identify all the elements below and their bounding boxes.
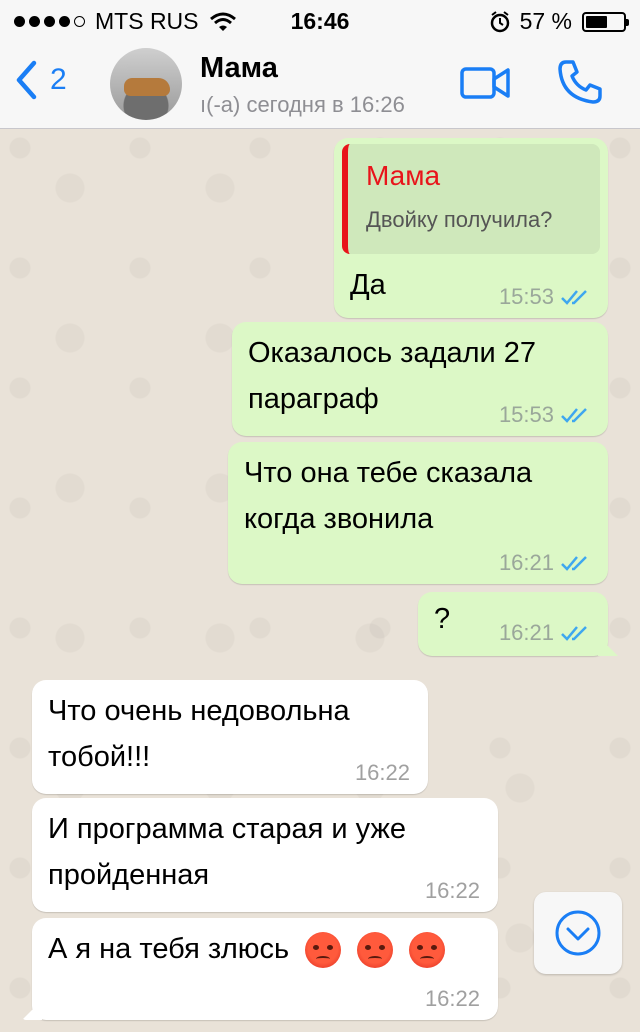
message-line: тобой!!! bbox=[48, 741, 151, 773]
message-line: ? bbox=[434, 603, 451, 635]
chevron-left-icon bbox=[16, 60, 37, 100]
message-time: 16:22 bbox=[424, 986, 480, 1011]
last-seen-status: ı(-а) сегодня в 16:26 bbox=[200, 92, 405, 117]
message-text: Что очень недовольна тобой!!! bbox=[48, 688, 350, 780]
chevron-down-circle-icon bbox=[555, 910, 601, 956]
message-bubble-outgoing[interactable]: Мама Двойку получила? Да 15:53 bbox=[334, 138, 608, 318]
message-line: А я на тебя злюсь bbox=[48, 933, 290, 965]
message-time: 16:21 bbox=[498, 550, 554, 575]
contact-name[interactable]: Мама bbox=[200, 52, 278, 85]
message-time: 16:22 bbox=[354, 760, 410, 785]
message-text: И программа старая и уже пройденная bbox=[48, 806, 406, 898]
message-time: 16:22 bbox=[424, 878, 480, 903]
avatar[interactable] bbox=[110, 48, 182, 120]
message-meta: 16:21 bbox=[499, 550, 590, 576]
message-bubble-outgoing[interactable]: Что она тебе сказала когда звонила 16:21 bbox=[228, 442, 608, 584]
message-text: Что она тебе сказала когда звонила bbox=[244, 450, 532, 542]
quoted-message[interactable]: Мама Двойку получила? bbox=[342, 144, 600, 254]
message-meta: 16:22 bbox=[425, 878, 480, 904]
angry-face-icon bbox=[305, 932, 342, 969]
double-check-read-icon bbox=[561, 556, 587, 571]
message-time: 15:53 bbox=[498, 284, 554, 309]
angry-face-icon bbox=[357, 932, 394, 969]
quote-author: Мама bbox=[366, 160, 441, 191]
message-text: ? bbox=[434, 596, 450, 642]
double-check-read-icon bbox=[561, 408, 587, 423]
scroll-to-bottom-button[interactable] bbox=[534, 892, 622, 974]
message-line: пройденная bbox=[48, 859, 210, 891]
message-bubble-incoming[interactable]: И программа старая и уже пройденная 16:2… bbox=[32, 798, 498, 912]
video-call-button[interactable] bbox=[460, 66, 512, 105]
message-line: когда звонила bbox=[244, 503, 434, 535]
message-text: Да bbox=[350, 262, 386, 308]
phone-icon bbox=[558, 60, 602, 104]
message-line: Что она тебе сказала bbox=[244, 457, 533, 489]
message-text: А я на тебя злюсь bbox=[48, 926, 446, 972]
message-line: Да bbox=[350, 269, 386, 301]
message-meta: 15:53 bbox=[499, 284, 590, 310]
battery-icon bbox=[582, 11, 629, 32]
chat-header: 2 Мама ı(-а) сегодня в 16:26 bbox=[0, 40, 640, 129]
message-line: Что очень недовольна bbox=[48, 695, 350, 727]
message-bubble-outgoing[interactable]: Оказалось задали 27 параграф 15:53 bbox=[232, 322, 608, 436]
message-bubble-outgoing[interactable]: ? 16:21 bbox=[418, 592, 618, 656]
message-meta: 16:21 bbox=[499, 620, 590, 646]
message-time: 15:53 bbox=[498, 402, 554, 427]
quote-text: Двойку получила? bbox=[366, 207, 553, 232]
message-meta: 16:22 bbox=[355, 760, 410, 786]
back-button[interactable]: 2 bbox=[14, 60, 67, 100]
message-text: Оказалось задали 27 параграф bbox=[248, 330, 536, 422]
message-meta: 15:53 bbox=[499, 402, 590, 428]
avatar-cat-image bbox=[124, 78, 170, 96]
message-bubble-incoming[interactable]: Что очень недовольна тобой!!! 16:22 bbox=[32, 680, 428, 794]
battery-percent: 57 % bbox=[519, 8, 572, 34]
message-bubble-incoming[interactable]: А я на тебя злюсь 16:22 bbox=[22, 918, 498, 1020]
voice-call-button[interactable] bbox=[556, 58, 604, 111]
message-line: параграф bbox=[248, 383, 379, 415]
status-bar: MTS RUS 16:46 57 % bbox=[0, 0, 640, 40]
status-right: 57 % bbox=[490, 8, 629, 35]
angry-face-icon bbox=[409, 932, 446, 969]
message-line: И программа старая и уже bbox=[48, 813, 406, 845]
message-time: 16:21 bbox=[498, 620, 554, 645]
message-line: Оказалось задали 27 bbox=[248, 337, 537, 369]
battery-fill bbox=[586, 15, 607, 28]
double-check-read-icon bbox=[561, 626, 587, 641]
video-camera-icon bbox=[460, 67, 510, 99]
unread-chats-count: 2 bbox=[50, 63, 67, 96]
alarm-clock-icon bbox=[490, 10, 509, 32]
double-check-read-icon bbox=[561, 290, 587, 305]
message-meta: 16:22 bbox=[425, 986, 480, 1012]
